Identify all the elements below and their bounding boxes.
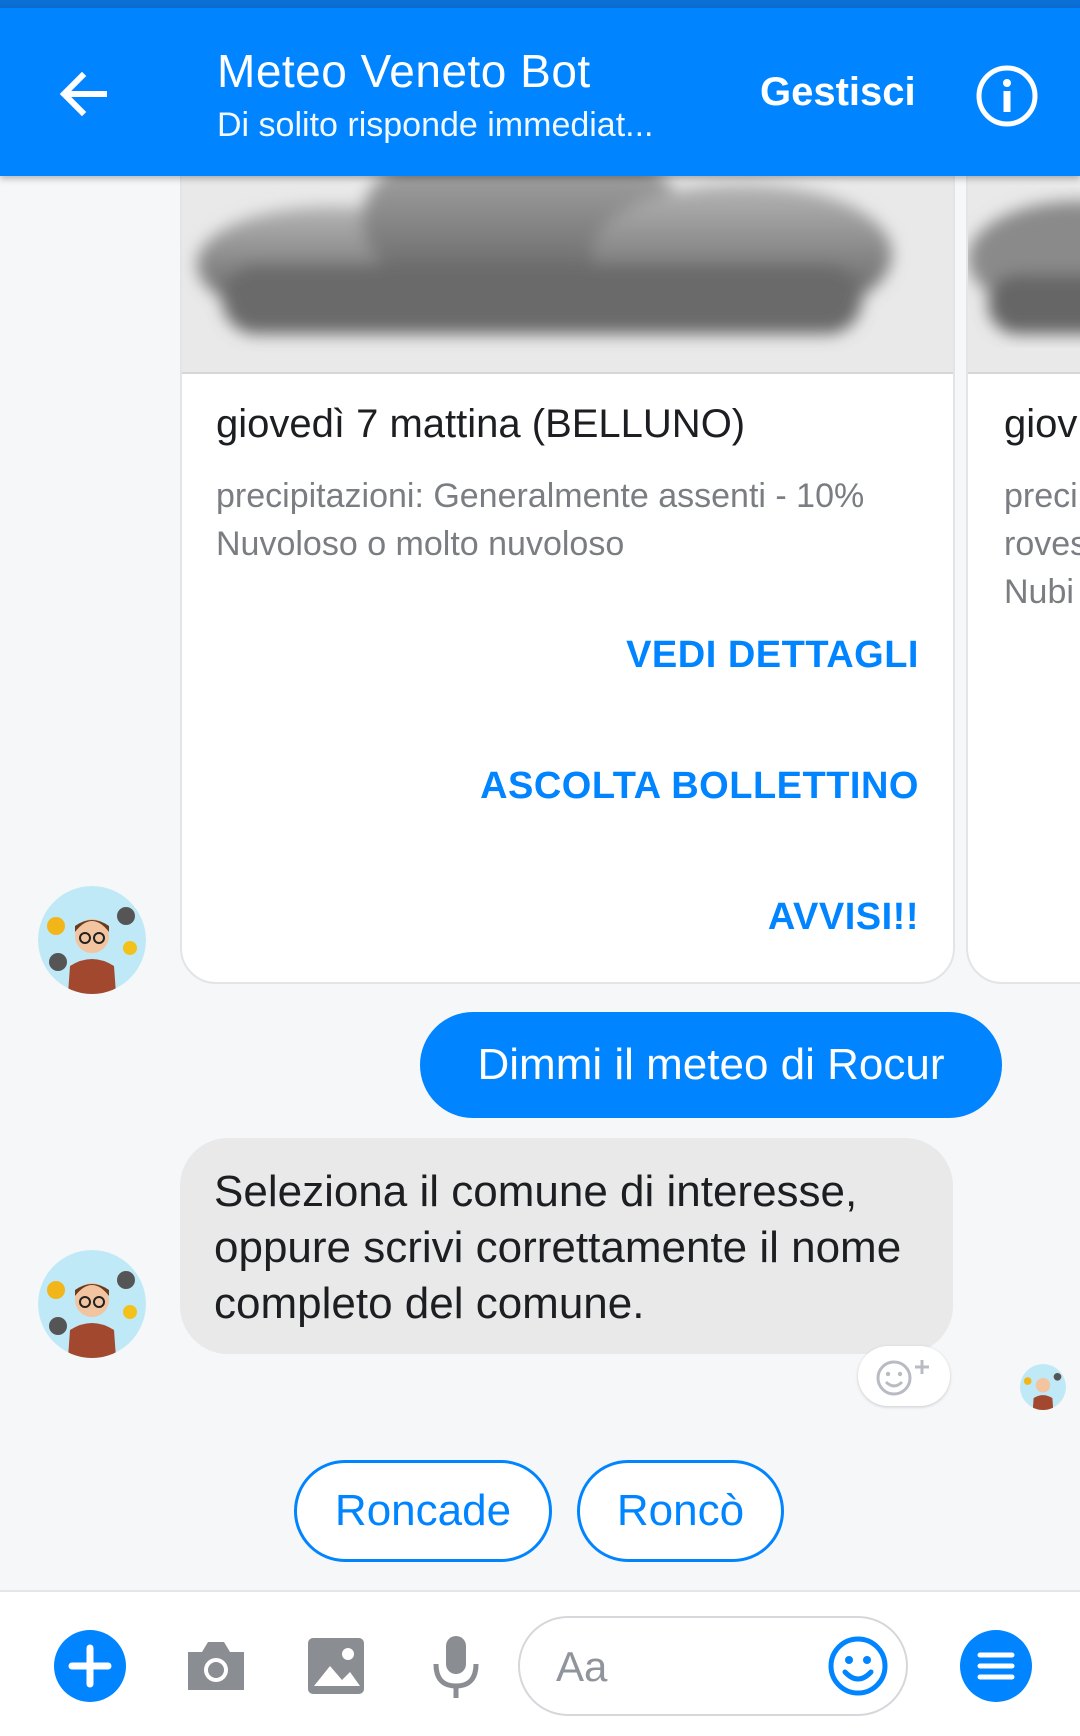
message-input-container[interactable] <box>518 1616 908 1716</box>
camera-icon[interactable] <box>178 1628 254 1704</box>
outgoing-message[interactable]: Dimmi il meteo di Rocur <box>420 1012 1002 1118</box>
weather-card-next: giov preci roves Nubi <box>966 176 1080 984</box>
back-arrow-icon[interactable] <box>52 62 116 126</box>
composer-bar <box>0 1590 1080 1736</box>
bot-avatar[interactable] <box>38 886 146 994</box>
plus-icon[interactable] <box>52 1628 128 1704</box>
emoji-icon[interactable] <box>826 1634 890 1698</box>
card-subtitle: precipitazioni: Generalmente assenti - 1… <box>216 472 864 568</box>
card-line: roves <box>1004 525 1080 563</box>
app-bar: Meteo Veneto Bot Di solito risponde imme… <box>0 8 1080 176</box>
manage-button[interactable]: Gestisci <box>760 70 916 115</box>
quick-reply-ronco[interactable]: Roncò <box>577 1460 784 1562</box>
add-reaction-button[interactable] <box>858 1346 950 1406</box>
card-subtitle: preci roves Nubi <box>1004 472 1080 616</box>
card-title: giovedì 7 mattina (BELLUNO) <box>216 402 746 446</box>
menu-icon[interactable] <box>958 1628 1034 1704</box>
cloud-image[interactable] <box>968 176 1080 374</box>
card-line: Nuvoloso o molto nuvoloso <box>216 525 625 563</box>
cloud-image[interactable] <box>182 176 953 374</box>
card-title: giov <box>1004 402 1078 446</box>
info-icon[interactable] <box>975 64 1039 128</box>
card-line: preci <box>1004 477 1078 515</box>
weather-card: giovedì 7 mattina (BELLUNO) precipitazio… <box>180 176 955 984</box>
chat-subtitle: Di solito risponde immediat... <box>217 106 654 144</box>
card-line: precipitazioni: Generalmente assenti - 1… <box>216 477 865 515</box>
chat-title[interactable]: Meteo Veneto Bot <box>217 44 591 98</box>
seen-avatar-icon <box>1020 1364 1066 1410</box>
details-button[interactable]: VEDI DETTAGLI <box>626 634 919 677</box>
message-list[interactable]: giovedì 7 mattina (BELLUNO) precipitazio… <box>0 176 1080 1590</box>
alerts-button[interactable]: AVVISI!! <box>768 896 919 939</box>
incoming-message[interactable]: Seleziona il comune di interesse, oppure… <box>180 1138 953 1354</box>
listen-bulletin-button[interactable]: ASCOLTA BOLLETTINO <box>480 765 919 808</box>
bot-avatar[interactable] <box>38 1250 146 1358</box>
status-bar <box>0 0 1080 8</box>
microphone-icon[interactable] <box>418 1628 494 1704</box>
card-line: Nubi <box>1004 573 1074 611</box>
gallery-icon[interactable] <box>298 1628 374 1704</box>
quick-reply-roncade[interactable]: Roncade <box>294 1460 552 1562</box>
message-input[interactable] <box>554 1636 808 1698</box>
